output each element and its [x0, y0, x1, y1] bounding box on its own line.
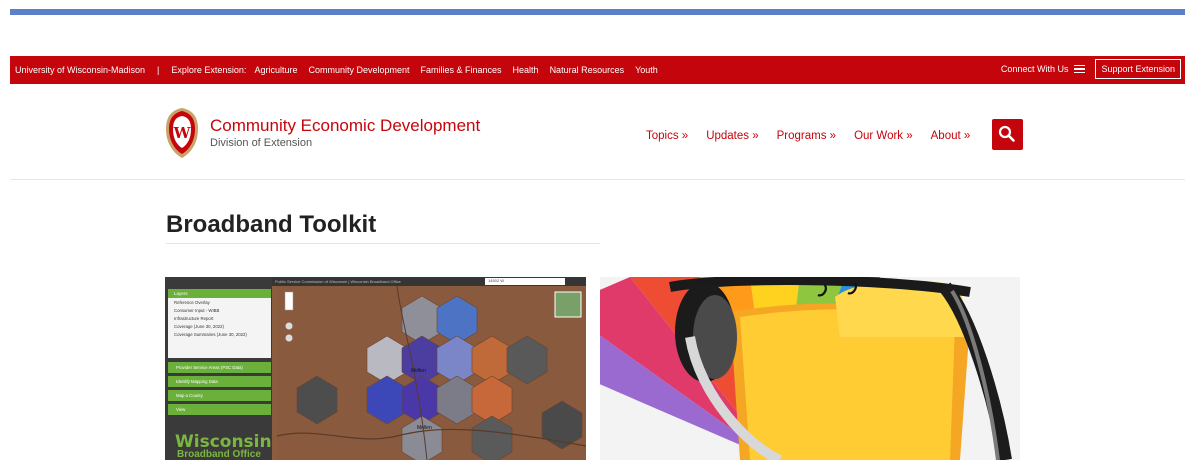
explore-label: Explore Extension:	[171, 65, 247, 75]
site-header: W Community Economic Development Divisio…	[10, 84, 1185, 180]
utility-link-agriculture[interactable]: Agriculture	[254, 65, 297, 75]
hexagon-coverage-map[interactable]: Mellen Mellen	[277, 286, 586, 460]
rolodex-image-card[interactable]	[600, 277, 1020, 460]
locate-icon[interactable]	[285, 334, 293, 342]
map-topbar-title: Public Service Commission of Wisconsin |…	[275, 279, 401, 284]
search-button[interactable]	[992, 119, 1023, 150]
page-title: Broadband Toolkit	[166, 211, 377, 238]
panel-provider-service-areas[interactable]: Provider Service Areas (PSC Data)	[168, 362, 271, 373]
nav-updates[interactable]: Updates »	[706, 130, 758, 142]
layer-item[interactable]: Coverage Summaries (June 30, 2022)	[174, 332, 271, 337]
nav-our-work[interactable]: Our Work »	[854, 130, 913, 142]
panel-view[interactable]: View	[168, 404, 271, 415]
utility-link-youth[interactable]: Youth	[635, 65, 658, 75]
university-link[interactable]: University of Wisconsin-Madison	[15, 65, 145, 75]
broadband-map-card[interactable]: Public Service Commission of Wisconsin |…	[165, 277, 586, 460]
layer-item[interactable]: Consumer Input - WIBB	[174, 308, 271, 313]
map-sidebar: Layers Reference Overlay Consumer Input …	[165, 277, 272, 460]
hamburger-menu-icon[interactable]	[1074, 65, 1086, 73]
accent-bar	[10, 9, 1185, 15]
crest-letter: W	[173, 124, 192, 142]
home-icon[interactable]	[285, 322, 293, 330]
nav-topics[interactable]: Topics »	[646, 130, 688, 142]
rolodex-illustration	[600, 277, 1020, 460]
utility-bar: University of Wisconsin-Madison | Explor…	[10, 56, 1185, 84]
layer-item[interactable]: Infrastructure Report	[174, 316, 271, 321]
layers-list: Reference Overlay Consumer Input - WIBB …	[168, 298, 271, 358]
layer-item[interactable]: Reference Overlay	[174, 300, 271, 305]
panel-identify-mapping-data[interactable]: Identify Mapping Data	[168, 376, 271, 387]
zoom-control[interactable]	[284, 291, 294, 311]
basemap-thumbnail[interactable]	[554, 291, 582, 318]
layer-item[interactable]: Coverage (June 30, 2022)	[174, 324, 271, 329]
map-search-input[interactable]: 14502 W	[485, 278, 565, 285]
support-extension-button[interactable]: Support Extension	[1095, 59, 1181, 79]
panel-map-a-county[interactable]: Map a County	[168, 390, 271, 401]
separator: |	[157, 65, 160, 75]
utility-link-health[interactable]: Health	[513, 65, 539, 75]
search-icon	[998, 125, 1015, 142]
nav-programs[interactable]: Programs »	[777, 130, 836, 142]
title-divider	[166, 243, 600, 244]
connect-with-us-link[interactable]: Connect With Us	[1001, 64, 1069, 74]
layers-panel-header[interactable]: Layers	[168, 289, 271, 298]
utility-link-natural-resources[interactable]: Natural Resources	[550, 65, 625, 75]
map-place-label: Mellen	[417, 425, 432, 431]
utility-link-community-development[interactable]: Community Development	[308, 65, 409, 75]
site-subtitle: Division of Extension	[210, 137, 313, 149]
broadband-office-logo-text: Broadband Office	[177, 449, 261, 460]
site-title[interactable]: Community Economic Development	[210, 116, 480, 136]
nav-about[interactable]: About »	[931, 130, 971, 142]
main-nav: Topics » Updates » Programs » Our Work »…	[646, 130, 988, 142]
map-place-label: Mellen	[411, 368, 426, 374]
uw-crest-logo[interactable]: W	[165, 107, 199, 159]
utility-link-families-finances[interactable]: Families & Finances	[421, 65, 502, 75]
